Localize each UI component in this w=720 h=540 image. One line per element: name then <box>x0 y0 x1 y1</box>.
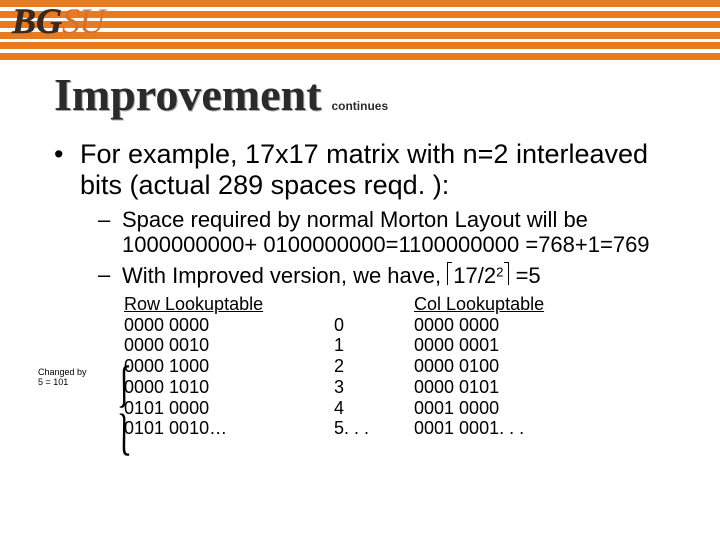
table-head-row: Row Lookuptable Col Lookuptable <box>124 294 696 315</box>
table-row: 0000 1000 2 0000 0100 <box>124 356 696 377</box>
slide-body: Improvement continues For example, 17x17… <box>54 68 696 449</box>
table-row: 0000 0000 0 0000 0000 <box>124 315 696 336</box>
main-bullet: For example, 17x17 matrix with n=2 inter… <box>54 139 696 439</box>
table-row: 0000 1010 3 0000 0101 <box>124 377 696 398</box>
slide-subtitle: continues <box>331 99 388 113</box>
sub-bullet-2: With Improved version, we have, 17/22 =5 <box>98 262 696 288</box>
header-stripes <box>0 0 720 60</box>
sub-bullet-1: Space required by normal Morton Layout w… <box>98 207 696 258</box>
bgsu-logo: BG SU <box>12 0 104 42</box>
main-bullet-text: For example, 17x17 matrix with n=2 inter… <box>80 139 648 200</box>
row-lookuptable-head: Row Lookuptable <box>124 294 284 315</box>
ceil-left-icon <box>447 262 452 285</box>
lookup-tables: Changed by 5 = 101 ⎰⎱ Row Lookuptable Co… <box>80 294 696 439</box>
table-row: 0101 0010… 5. . . 0001 0001. . . <box>124 418 696 439</box>
logo-bold: BG <box>12 0 62 42</box>
slide-title: Improvement <box>54 68 321 121</box>
ceil-right-icon <box>504 262 509 285</box>
logo-light: SU <box>62 0 104 42</box>
title-row: Improvement continues <box>54 68 696 121</box>
col-lookuptable-head: Col Lookuptable <box>414 294 614 315</box>
table-row: 0000 0010 1 0000 0001 <box>124 335 696 356</box>
changed-by-note: Changed by 5 = 101 <box>38 368 87 388</box>
bullet-list: For example, 17x17 matrix with n=2 inter… <box>54 139 696 439</box>
brace-icon: ⎰⎱ <box>106 364 142 463</box>
sub-bullet-list: Space required by normal Morton Layout w… <box>80 207 696 288</box>
table-row: 0101 0000 4 0001 0000 <box>124 398 696 419</box>
